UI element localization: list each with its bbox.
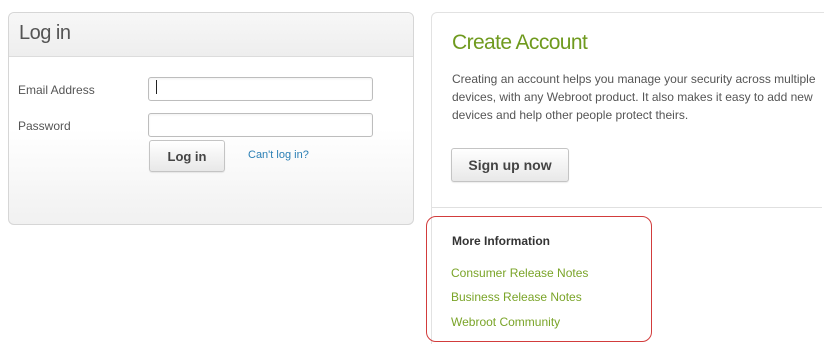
- sign-up-button[interactable]: Sign up now: [451, 148, 569, 182]
- consumer-release-notes-link[interactable]: Consumer Release Notes: [451, 266, 588, 280]
- text-cursor: [156, 80, 157, 94]
- login-button[interactable]: Log in: [149, 140, 225, 172]
- login-title: Log in: [19, 22, 71, 44]
- password-label: Password: [18, 119, 71, 133]
- more-info-title: More Information: [452, 234, 550, 248]
- password-field[interactable]: [148, 113, 373, 137]
- login-header: Log in: [9, 13, 413, 57]
- email-label: Email Address: [18, 83, 95, 97]
- email-field[interactable]: [148, 77, 373, 101]
- divider: [432, 207, 822, 208]
- create-account-title: Create Account: [452, 31, 588, 54]
- business-release-notes-link[interactable]: Business Release Notes: [451, 290, 582, 304]
- cant-login-link[interactable]: Can't log in?: [248, 149, 309, 161]
- webroot-community-link[interactable]: Webroot Community: [451, 315, 560, 329]
- create-account-description: Creating an account helps you manage you…: [452, 72, 816, 122]
